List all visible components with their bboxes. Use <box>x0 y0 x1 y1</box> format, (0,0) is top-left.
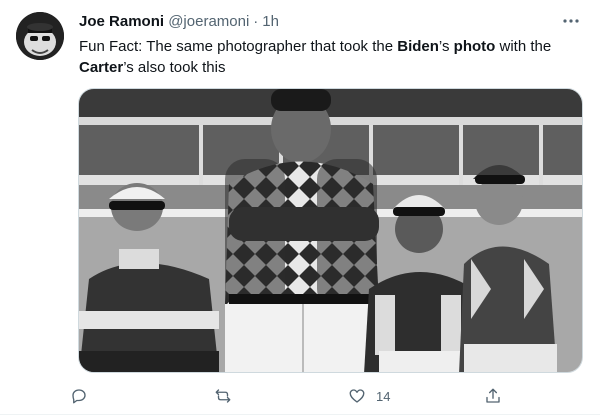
tweet-header: Joe Ramoni @joeramoni · 1h <box>79 12 584 32</box>
tweet[interactable]: Joe Ramoni @joeramoni · 1h Fun Fact: The s… <box>0 0 600 415</box>
share-icon <box>486 388 500 403</box>
tweet-photo[interactable] <box>78 88 583 373</box>
timestamp[interactable]: 1h <box>262 13 279 30</box>
user-handle[interactable]: @joeramoni <box>168 13 249 30</box>
jockeys-photo-illustration <box>79 89 582 372</box>
tweet-text-bold: Biden <box>397 38 439 55</box>
tweet-text-bold: Carter <box>79 59 124 76</box>
heart-icon <box>349 389 365 403</box>
separator-dot: · <box>253 13 259 30</box>
like-button[interactable]: 14 <box>348 384 390 408</box>
tweet-text-part: ’s <box>438 38 454 55</box>
retweet-button[interactable] <box>214 384 242 408</box>
display-name[interactable]: Joe Ramoni <box>79 13 164 30</box>
share-button[interactable] <box>484 384 512 408</box>
tweet-text-part: ’s also took this <box>123 59 226 76</box>
avatar[interactable] <box>16 12 64 60</box>
retweet-icon <box>215 389 231 403</box>
tweet-text-part: Fun Fact: The same photographer that too… <box>79 38 398 55</box>
tweet-text-part: with the <box>495 38 552 55</box>
reply-icon <box>72 389 86 404</box>
tweet-text: Fun Fact: The same photographer that too… <box>79 36 579 78</box>
tweet-actions: 14 <box>70 384 580 408</box>
like-count: 14 <box>376 388 391 404</box>
avatar-image <box>16 12 64 60</box>
reply-button[interactable] <box>70 384 98 408</box>
more-options-icon[interactable] <box>560 10 582 32</box>
tweet-text-bold: photo <box>453 38 496 55</box>
